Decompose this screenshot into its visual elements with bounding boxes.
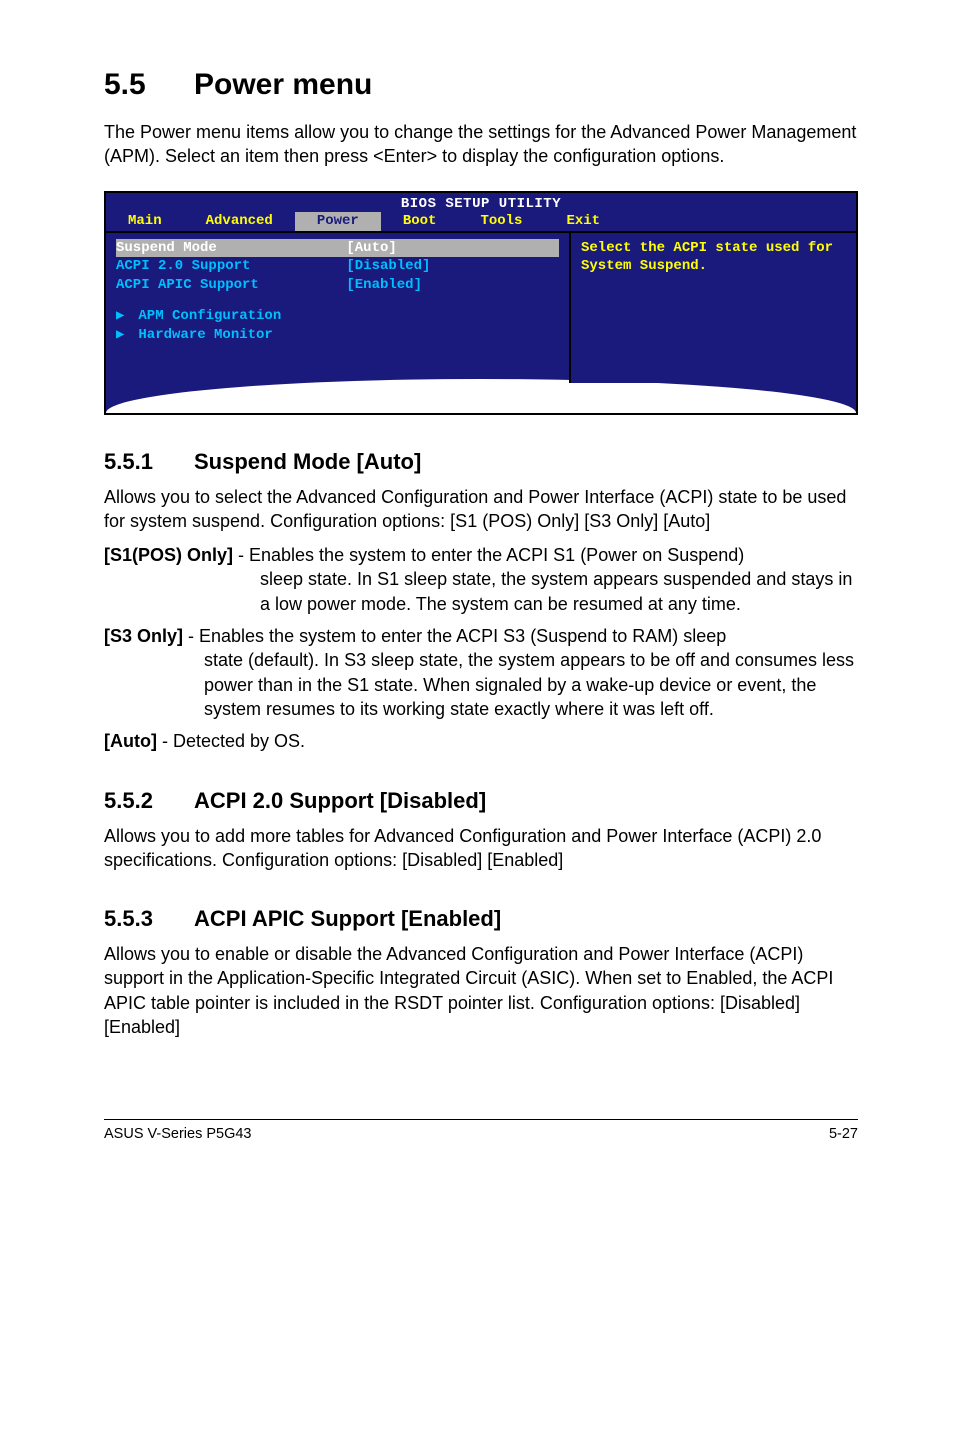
bios-submenu-label: APM Configuration bbox=[138, 308, 281, 324]
option-s3-block: [S3 Only] - Enables the system to enter … bbox=[104, 624, 858, 721]
bios-help-text: Select the ACPI state used for System Su… bbox=[581, 239, 846, 277]
subsection-number: 5.5.1 bbox=[104, 449, 194, 475]
subsection-title: Suspend Mode [Auto] bbox=[194, 449, 421, 474]
option-auto-block: [Auto] - Detected by OS. bbox=[104, 729, 858, 753]
bios-row-suspend-mode[interactable]: Suspend Mode [Auto] bbox=[116, 239, 559, 258]
bios-title: BIOS SETUP UTILITY bbox=[106, 193, 856, 212]
bios-tab-advanced[interactable]: Advanced bbox=[184, 212, 295, 231]
bios-tab-bar: Main Advanced Power Boot Tools Exit bbox=[106, 212, 856, 231]
bios-tab-exit[interactable]: Exit bbox=[544, 212, 622, 231]
option-s3-label: [S3 Only] bbox=[104, 626, 183, 646]
bios-value: [Disabled] bbox=[346, 257, 559, 276]
subsection-title: ACPI 2.0 Support [Disabled] bbox=[194, 788, 486, 813]
bios-row-acpi-apic[interactable]: ACPI APIC Support [Enabled] bbox=[116, 276, 559, 295]
page-curl-decoration bbox=[106, 379, 856, 413]
option-auto-label: [Auto] bbox=[104, 731, 157, 751]
option-s1-continuation: sleep state. In S1 sleep state, the syst… bbox=[104, 567, 858, 616]
triangle-right-icon: ▶ bbox=[116, 326, 130, 345]
intro-paragraph: The Power menu items allow you to change… bbox=[104, 120, 858, 169]
triangle-right-icon: ▶ bbox=[116, 307, 130, 326]
option-s1-first-line: - Enables the system to enter the ACPI S… bbox=[233, 545, 744, 565]
bios-row-acpi-20[interactable]: ACPI 2.0 Support [Disabled] bbox=[116, 257, 559, 276]
option-s3-first-line: - Enables the system to enter the ACPI S… bbox=[183, 626, 726, 646]
subsection-number: 5.5.3 bbox=[104, 906, 194, 932]
bios-submenu-label: Hardware Monitor bbox=[138, 327, 272, 343]
option-s3-continuation: state (default). In S3 sleep state, the … bbox=[104, 648, 858, 721]
heading-title: Power menu bbox=[194, 68, 372, 101]
subsection-title: ACPI APIC Support [Enabled] bbox=[194, 906, 501, 931]
page-heading: 5.5Power menu bbox=[104, 68, 858, 102]
subsection-number: 5.5.2 bbox=[104, 788, 194, 814]
subsection-552-heading: 5.5.2ACPI 2.0 Support [Disabled] bbox=[104, 788, 858, 814]
bios-label: ACPI 2.0 Support bbox=[116, 257, 346, 276]
page-footer: ASUS V-Series P5G43 5-27 bbox=[104, 1119, 858, 1142]
bios-screenshot: BIOS SETUP UTILITY Main Advanced Power B… bbox=[104, 191, 858, 415]
bios-tab-boot[interactable]: Boot bbox=[381, 212, 459, 231]
footer-right: 5-27 bbox=[829, 1126, 858, 1142]
option-auto-text: - Detected by OS. bbox=[157, 731, 305, 751]
bios-tab-power[interactable]: Power bbox=[295, 212, 381, 231]
bios-help-pane: Select the ACPI state used for System Su… bbox=[571, 233, 856, 383]
bios-tab-tools[interactable]: Tools bbox=[458, 212, 544, 231]
bios-value: [Auto] bbox=[346, 239, 559, 258]
option-s1-label: [S1(POS) Only] bbox=[104, 545, 233, 565]
bios-submenu-hardware-monitor[interactable]: ▶ Hardware Monitor bbox=[116, 326, 559, 345]
option-s1-block: [S1(POS) Only] - Enables the system to e… bbox=[104, 543, 858, 616]
bios-value: [Enabled] bbox=[346, 276, 559, 295]
bios-submenu-apm[interactable]: ▶ APM Configuration bbox=[116, 307, 559, 326]
subsection-553-heading: 5.5.3ACPI APIC Support [Enabled] bbox=[104, 906, 858, 932]
bios-label: ACPI APIC Support bbox=[116, 276, 346, 295]
subsection-551-heading: 5.5.1Suspend Mode [Auto] bbox=[104, 449, 858, 475]
footer-left: ASUS V-Series P5G43 bbox=[104, 1126, 252, 1142]
bios-left-pane: Suspend Mode [Auto] ACPI 2.0 Support [Di… bbox=[106, 233, 571, 383]
heading-number: 5.5 bbox=[104, 68, 194, 102]
subsection-552-body: Allows you to add more tables for Advanc… bbox=[104, 824, 858, 873]
bios-tab-main[interactable]: Main bbox=[106, 212, 184, 231]
subsection-553-body: Allows you to enable or disable the Adva… bbox=[104, 942, 858, 1039]
bios-label: Suspend Mode bbox=[116, 239, 346, 258]
subsection-551-body: Allows you to select the Advanced Config… bbox=[104, 485, 858, 534]
